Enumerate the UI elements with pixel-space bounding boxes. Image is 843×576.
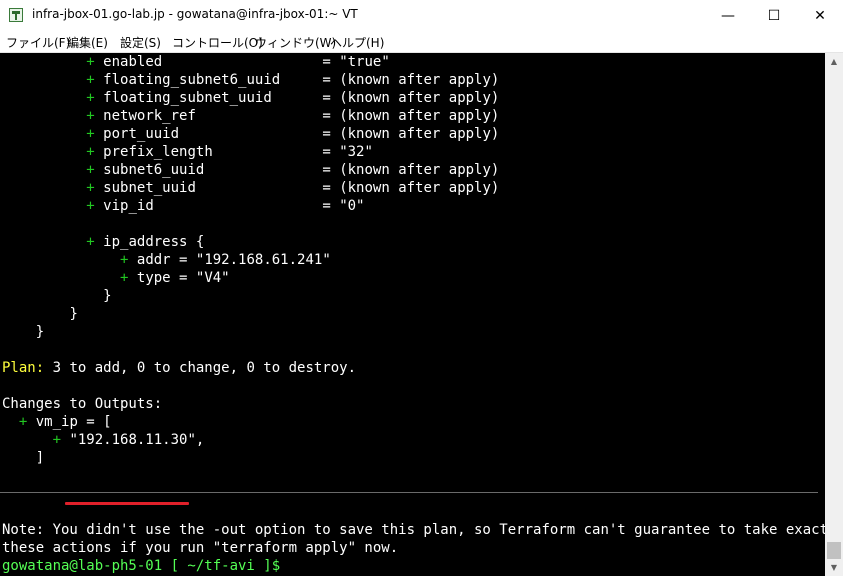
ip-type-line: type = "V4" [136,270,230,286]
diff-add-sign: + [86,180,95,196]
attr-value: = (known after apply) [322,162,500,178]
closing-brace: } [103,288,112,304]
note-line: Note: You didn't use the -out option to … [2,522,843,538]
menu-control[interactable]: コントロール(O) [172,34,263,51]
diff-add-sign: + [86,90,95,106]
attr-name: subnet6_uuid [103,162,281,178]
diff-add-sign: + [52,432,62,448]
menu-bar: ファイル(F) 編集(E) 設定(S) コントロール(O) ウィンドウ(W) ヘ… [0,31,843,53]
attr-value: = (known after apply) [322,72,500,88]
attr-value: = "true" [322,54,390,70]
terminal-line: + type = "V4" [2,269,230,287]
attr-name: enabled [103,54,281,70]
terminal-line: + subnet6_uuid = (known after apply) [2,161,499,179]
terminal-app-icon[interactable] [9,8,23,22]
plan-label: Plan: [2,360,45,376]
outputs-header: Changes to Outputs: [2,396,163,412]
terminal-line: } [2,323,44,341]
closing-brace: } [69,306,78,322]
terminal-line: + enabled = "true" [2,53,390,71]
closing-bracket: ] [35,450,45,466]
terminal-line: + "192.168.11.30", [2,431,205,449]
plan-summary: Plan: 3 to add, 0 to change, 0 to destro… [2,359,356,377]
terminal-line: ] [2,449,44,467]
terminal-screen[interactable]: + enabled = "true" + floating_subnet6_uu… [0,53,843,576]
diff-add-sign: + [86,126,95,142]
attr-name: network_ref [103,108,281,124]
attr-value: = (known after apply) [322,90,500,106]
attr-name: floating_subnet_uuid [103,90,281,106]
attr-name: floating_subnet6_uuid [103,72,281,88]
window-title: infra-jbox-01.go-lab.jp - gowatana@infra… [32,7,358,21]
diff-add-sign: + [120,270,129,286]
output-separator [0,492,818,493]
diff-add-sign: + [86,54,95,70]
attr-value: = (known after apply) [322,180,500,196]
note-line: these actions if you run "terraform appl… [2,540,399,556]
output-vm-ip-value: "192.168.11.30", [69,432,205,448]
vertical-scrollbar[interactable]: ▲ ▼ [825,53,843,576]
shell-prompt[interactable]: gowatana@lab-ph5-01 [ ~/tf-avi ]$ [2,557,280,575]
attr-name: vip_id [103,198,281,214]
terminal-line: + addr = "192.168.61.241" [2,251,331,269]
highlight-underline [65,502,189,505]
plan-text: 3 to add, 0 to change, 0 to destroy. [44,360,357,376]
scroll-thumb[interactable] [827,542,841,559]
terminal-line: } [2,305,78,323]
terminal-line: + ip_address { [2,233,204,251]
terminal-line: } [2,287,112,305]
ip-addr-line: addr = "192.168.61.241" [136,252,331,268]
diff-add-sign: + [86,162,95,178]
closing-brace: } [35,324,45,340]
attr-value: = "0" [322,198,365,214]
menu-settings[interactable]: 設定(S) [120,34,161,51]
terminal-line: + floating_subnet_uuid = (known after ap… [2,89,499,107]
diff-add-sign: + [86,234,95,250]
diff-add-sign: + [86,72,95,88]
terminal-line: + network_ref = (known after apply) [2,107,499,125]
diff-add-sign: + [86,144,95,160]
diff-add-sign: + [120,252,129,268]
maximize-button[interactable]: ☐ [751,0,797,31]
attr-value: = "32" [322,144,373,160]
menu-help[interactable]: ヘルプ(H) [330,34,384,51]
terminal-line: + vm_ip = [ [2,413,112,431]
diff-add-sign: + [86,198,95,214]
menu-file[interactable]: ファイル(F) [6,34,70,51]
menu-window[interactable]: ウィンドウ(W) [255,34,336,51]
terminal-line: + floating_subnet6_uuid = (known after a… [2,71,499,89]
terminal-line: + port_uuid = (known after apply) [2,125,499,143]
attr-name: subnet_uuid [103,180,281,196]
terminal-line: + subnet_uuid = (known after apply) [2,179,499,197]
terminal-line: + prefix_length = "32" [2,143,373,161]
terminal-line: + vip_id = "0" [2,197,365,215]
scroll-down-arrow-icon[interactable]: ▼ [825,559,843,576]
attr-name: prefix_length [103,144,281,160]
attr-value: = (known after apply) [322,108,500,124]
title-bar[interactable]: infra-jbox-01.go-lab.jp - gowatana@infra… [0,0,843,31]
minimize-button[interactable]: — [705,0,751,31]
block-header: ip_address { [103,234,205,250]
menu-edit[interactable]: 編集(E) [67,34,108,51]
attr-value: = (known after apply) [322,126,500,142]
close-button[interactable]: ✕ [797,0,843,31]
scroll-up-arrow-icon[interactable]: ▲ [825,53,843,70]
diff-add-sign: + [86,108,95,124]
output-vm-ip: vm_ip = [ [35,414,112,430]
diff-add-sign: + [18,414,28,430]
attr-name: port_uuid [103,126,281,142]
